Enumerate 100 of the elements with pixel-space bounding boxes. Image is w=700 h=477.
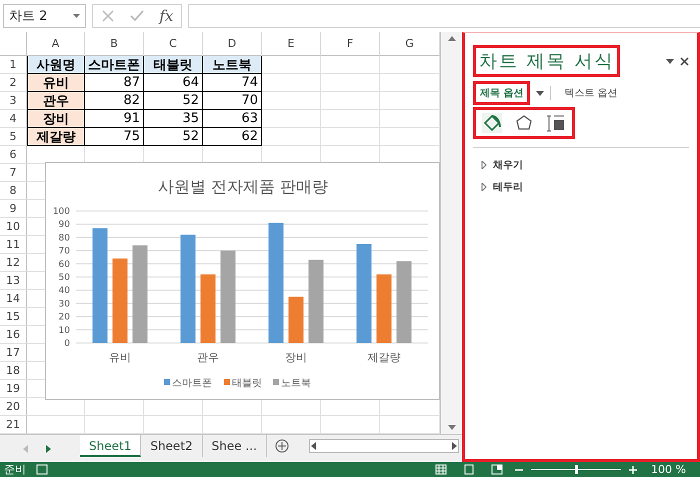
axis-tick-label: 80 [58, 233, 70, 244]
row-header[interactable]: 19 [0, 380, 27, 398]
table-cell: 87 [85, 74, 144, 92]
zoom-in-icon[interactable] [627, 464, 640, 475]
bar [376, 274, 392, 343]
sheet-tab[interactable]: Sheet1 [80, 435, 142, 457]
table-cell: 노트북 [203, 56, 262, 74]
dropdown-arrow-icon[interactable] [73, 14, 80, 18]
bar [288, 296, 304, 343]
table-cell: 63 [203, 110, 262, 128]
chart-area[interactable]: 사원별 전자제품 판매량 0 10 20 30 40 50 60 70 80 90 100 유비 관우 장비 제갈량 스마트폰 태블릿 노트북 [45, 162, 440, 400]
section-label: 테두리 [493, 181, 523, 194]
table-cell: 52 [144, 92, 203, 110]
row-header[interactable]: 11 [0, 236, 27, 254]
category-label: 유비 [109, 351, 131, 364]
row-header[interactable]: 9 [0, 200, 27, 218]
fill-icon[interactable] [482, 113, 502, 133]
section-header[interactable]: 채우기 [473, 154, 689, 176]
category-label: 장비 [285, 351, 307, 364]
legend-label: 노트북 [281, 378, 311, 389]
horizontal-scrollbar[interactable] [308, 439, 459, 453]
status-text: 준비 [4, 462, 26, 477]
row-header[interactable]: 17 [0, 344, 27, 362]
normal-view-icon[interactable] [435, 464, 448, 475]
row-header[interactable]: 15 [0, 308, 27, 326]
row-header[interactable]: 16 [0, 326, 27, 344]
category-label: 제갈량 [368, 351, 400, 364]
axis-tick-label: 30 [58, 299, 70, 310]
row-header[interactable]: 10 [0, 218, 27, 236]
axis-tick-label: 0 [64, 339, 70, 349]
table-cell: 70 [203, 92, 262, 110]
table-cell: 82 [85, 92, 144, 110]
name-box[interactable]: 차트 2 [3, 4, 86, 28]
axis-tick-label: 90 [58, 220, 70, 230]
category-label: 관우 [197, 351, 219, 364]
table-cell: 52 [144, 128, 203, 146]
row-header[interactable]: 18 [0, 362, 27, 380]
axis-tick-label: 10 [58, 326, 70, 336]
pane-title: 차트 제목 서식 [473, 45, 620, 77]
row-header[interactable]: 6 [0, 146, 27, 164]
row-header[interactable]: 20 [0, 398, 27, 416]
row-header[interactable]: 7 [0, 164, 27, 182]
table-cell: 유비 [27, 74, 85, 92]
table-cell: 62 [203, 128, 262, 146]
next-sheet-icon[interactable] [44, 445, 52, 453]
check-icon[interactable] [130, 9, 144, 23]
section-label: 채우기 [493, 159, 523, 172]
axis-tick-label: 20 [58, 312, 70, 323]
size-icon[interactable] [546, 113, 566, 133]
legend-swatch [273, 379, 279, 385]
page-break-icon[interactable] [491, 464, 504, 475]
legend-swatch [224, 379, 230, 385]
sheet-tab[interactable]: Shee ... [202, 435, 267, 457]
dropdown-arrow-icon[interactable] [536, 90, 544, 96]
column-header[interactable]: E [262, 32, 321, 56]
table-cell: 장비 [27, 110, 85, 128]
scroll-down-icon[interactable] [446, 424, 456, 432]
table-cell: 64 [144, 74, 203, 92]
options-tab[interactable]: 텍스트 옵션 [557, 81, 625, 105]
add-sheet-icon[interactable] [274, 439, 289, 453]
column-header[interactable]: F [321, 32, 380, 56]
zoom-level[interactable]: 100 % [651, 463, 686, 476]
scroll-up-icon[interactable] [446, 34, 456, 42]
page-layout-icon[interactable] [463, 464, 476, 475]
axis-tick-label: 70 [58, 246, 70, 257]
table-cell: 태블릿 [144, 56, 203, 74]
collapsed-arrow-icon [481, 183, 487, 191]
macro-record-icon[interactable] [36, 464, 48, 475]
sheet-tab[interactable]: Sheet2 [141, 435, 203, 457]
table-cell: 제갈량 [27, 128, 85, 146]
collapsed-arrow-icon [481, 161, 487, 169]
legend-swatch [164, 379, 170, 385]
row-header[interactable]: 13 [0, 272, 27, 290]
table-cell: 74 [203, 74, 262, 92]
row-header[interactable]: 8 [0, 182, 27, 200]
row-header[interactable]: 14 [0, 290, 27, 308]
options-tab[interactable]: 제목 옵션 [473, 81, 530, 105]
formula-input[interactable] [188, 4, 700, 28]
axis-tick-label: 60 [58, 260, 70, 270]
row-header[interactable]: 12 [0, 254, 27, 272]
table-cell: 사원명 [27, 56, 85, 74]
table-cell: 스마트폰 [85, 56, 144, 74]
bar [200, 274, 216, 343]
table-cell: 91 [85, 110, 144, 128]
legend-label: 스마트폰 [172, 378, 212, 389]
axis-tick-label: 50 [58, 273, 70, 283]
dropdown-arrow-icon[interactable] [666, 58, 674, 64]
zoom-slider-thumb[interactable] [574, 465, 578, 474]
section-header[interactable]: 테두리 [473, 176, 689, 198]
table-cell: 75 [85, 128, 144, 146]
name-box-value: 차트 2 [9, 8, 48, 25]
table-cell: 35 [144, 110, 203, 128]
scroll-right-icon[interactable] [450, 442, 458, 450]
table-cell: 관우 [27, 92, 85, 110]
close-icon[interactable] [680, 56, 689, 66]
insert-function-button[interactable]: fx [159, 7, 174, 25]
vertical-scrollbar[interactable] [440, 32, 462, 434]
legend-label: 태블릿 [232, 378, 262, 389]
axis-tick-label: 40 [58, 286, 70, 296]
scroll-left-icon[interactable] [310, 442, 318, 450]
